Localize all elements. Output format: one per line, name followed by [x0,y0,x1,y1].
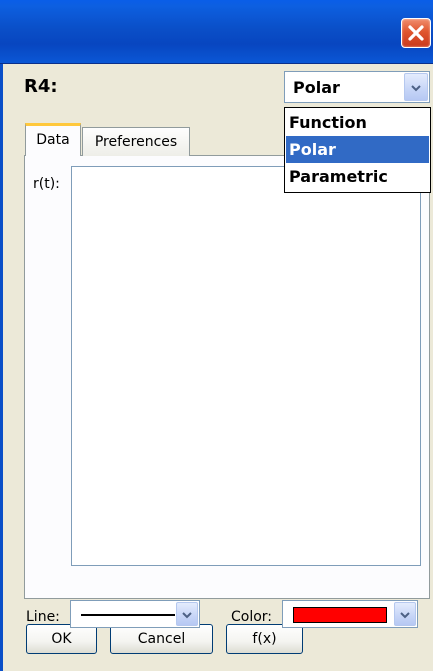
dropdown-option-parametric[interactable]: Parametric [286,163,429,190]
rt-field-label: r(t): [33,176,60,192]
plot-type-value: Polar [293,78,340,97]
color-dropdown-button[interactable] [394,602,416,626]
chevron-down-icon [181,605,193,624]
dialog-window: R4: Polar Function Polar Parametric Data… [0,0,433,671]
chevron-down-icon [399,605,411,624]
line-style-label: Line: [26,609,60,625]
fx-button[interactable]: f(x) [226,624,303,654]
color-label: Color: [231,609,273,625]
line-style-sample [81,614,175,616]
ok-button[interactable]: OK [26,624,97,654]
close-button[interactable] [401,18,431,48]
chevron-down-icon [410,78,422,97]
rt-expression-input[interactable] [71,166,421,566]
tab-data[interactable]: Data [25,123,81,156]
line-style-select[interactable] [70,600,200,628]
dropdown-option-function[interactable]: Function [286,109,429,136]
dropdown-option-polar[interactable]: Polar [286,136,429,163]
cancel-button[interactable]: Cancel [110,624,213,654]
color-select[interactable] [282,600,418,628]
tab-preferences[interactable]: Preferences [82,127,190,156]
plot-type-select[interactable]: Polar [284,71,430,103]
plot-type-dropdown-button[interactable] [404,73,428,101]
title-bar[interactable] [0,0,433,64]
line-style-dropdown-button[interactable] [176,602,198,626]
close-icon [406,23,426,43]
color-swatch [293,607,387,623]
series-label: R4: [24,76,58,97]
plot-type-dropdown-list: Function Polar Parametric [284,107,431,193]
